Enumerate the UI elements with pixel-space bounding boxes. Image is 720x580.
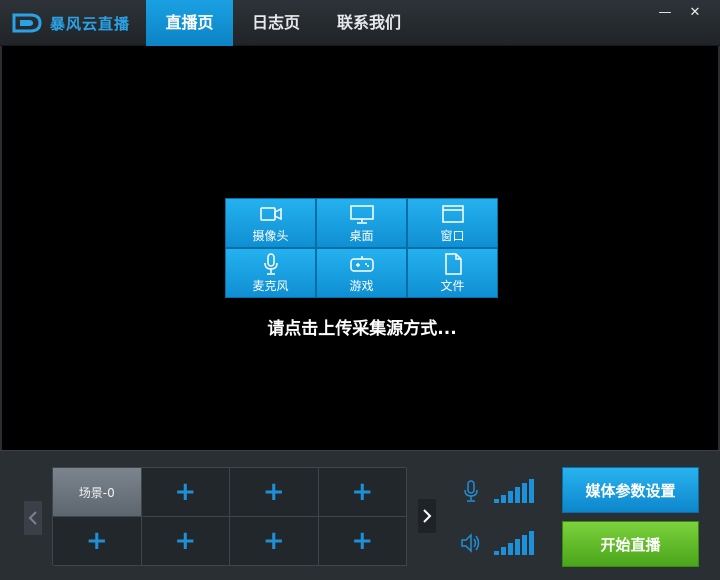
camera-icon <box>259 206 282 221</box>
window-icon <box>441 204 464 223</box>
source-camera-button[interactable]: 摄像头 <box>225 198 316 248</box>
plus-icon: + <box>262 526 285 556</box>
mic-volume-row <box>460 479 534 503</box>
plus-icon: + <box>262 477 285 507</box>
monitor-icon <box>349 204 374 224</box>
app-name: 暴风云直播 <box>50 14 131 33</box>
control-panel: 场景-0 + + + + + + + 媒体参数设置 开始直播 <box>0 450 720 580</box>
speaker-volume-meter[interactable] <box>494 531 534 555</box>
media-settings-button[interactable]: 媒体参数设置 <box>562 467 699 513</box>
volume-bar <box>501 495 506 503</box>
volume-bar <box>522 535 527 555</box>
gamepad-icon <box>349 255 374 272</box>
plus-icon: + <box>174 526 197 556</box>
minimize-button[interactable]: — <box>658 6 672 20</box>
add-scene-button[interactable]: + <box>230 468 319 517</box>
plus-icon: + <box>351 477 374 507</box>
main-nav: 直播页 日志页 联系我们 <box>146 0 419 46</box>
volume-bar <box>508 543 513 555</box>
start-live-button[interactable]: 开始直播 <box>562 521 699 567</box>
close-button[interactable]: ✕ <box>688 6 702 20</box>
title-bar: 暴风云直播 直播页 日志页 联系我们 — ✕ <box>0 0 720 46</box>
scene-slot-0[interactable]: 场景-0 <box>53 468 142 517</box>
logo-icon <box>12 13 42 33</box>
source-file-button[interactable]: 文件 <box>407 248 498 298</box>
chevron-left-icon <box>28 511 37 525</box>
plus-icon: + <box>174 477 197 507</box>
source-desktop-label: 桌面 <box>349 228 374 243</box>
plus-icon: + <box>85 526 108 556</box>
source-microphone-label: 麦克风 <box>252 278 289 293</box>
volume-bar <box>522 483 527 503</box>
tab-log[interactable]: 日志页 <box>233 0 319 46</box>
add-scene-button[interactable]: + <box>141 468 230 517</box>
volume-bar <box>494 499 499 503</box>
volume-bar <box>529 531 534 555</box>
source-hint-text: 请点击上传采集源方式... <box>267 319 457 339</box>
source-game-label: 游戏 <box>349 278 374 293</box>
source-camera-label: 摄像头 <box>252 228 289 243</box>
chevron-right-icon <box>423 509 432 523</box>
add-scene-button[interactable]: + <box>53 517 142 566</box>
source-selector: 摄像头 桌面 窗口 麦克风 游戏 文件 <box>225 198 498 298</box>
speaker-icon[interactable] <box>460 532 482 554</box>
add-scene-button[interactable]: + <box>230 517 319 566</box>
app-logo: 暴风云直播 <box>12 10 130 36</box>
source-game-button[interactable]: 游戏 <box>316 248 407 298</box>
plus-icon: + <box>351 526 374 556</box>
source-window-button[interactable]: 窗口 <box>407 198 498 248</box>
source-microphone-button[interactable]: 麦克风 <box>225 248 316 298</box>
volume-bar <box>494 551 499 555</box>
source-desktop-button[interactable]: 桌面 <box>316 198 407 248</box>
volume-bar <box>508 491 513 503</box>
scene-next-button[interactable] <box>418 499 436 533</box>
add-scene-button[interactable]: + <box>318 517 407 566</box>
scene-grid: 场景-0 + + + + + + + <box>52 467 407 566</box>
add-scene-button[interactable]: + <box>141 517 230 566</box>
speaker-volume-row <box>460 531 534 555</box>
volume-bar <box>515 539 520 555</box>
scene-prev-button[interactable] <box>24 501 42 535</box>
tab-contact[interactable]: 联系我们 <box>319 0 419 46</box>
source-file-label: 文件 <box>440 278 465 293</box>
source-window-label: 窗口 <box>440 228 465 243</box>
preview-area: 摄像头 桌面 窗口 麦克风 游戏 文件 请点击上传采集源方式... <box>0 46 720 450</box>
volume-bar <box>515 487 520 503</box>
volume-bar <box>529 479 534 503</box>
microphone-icon <box>263 252 278 275</box>
mic-volume-meter[interactable] <box>494 479 534 503</box>
window-controls: — ✕ <box>658 6 702 20</box>
file-icon <box>444 252 462 275</box>
tab-live[interactable]: 直播页 <box>146 0 233 46</box>
microphone-icon[interactable] <box>460 480 482 502</box>
volume-bar <box>501 547 506 555</box>
add-scene-button[interactable]: + <box>318 468 407 517</box>
scene-label: 场景-0 <box>78 485 115 500</box>
